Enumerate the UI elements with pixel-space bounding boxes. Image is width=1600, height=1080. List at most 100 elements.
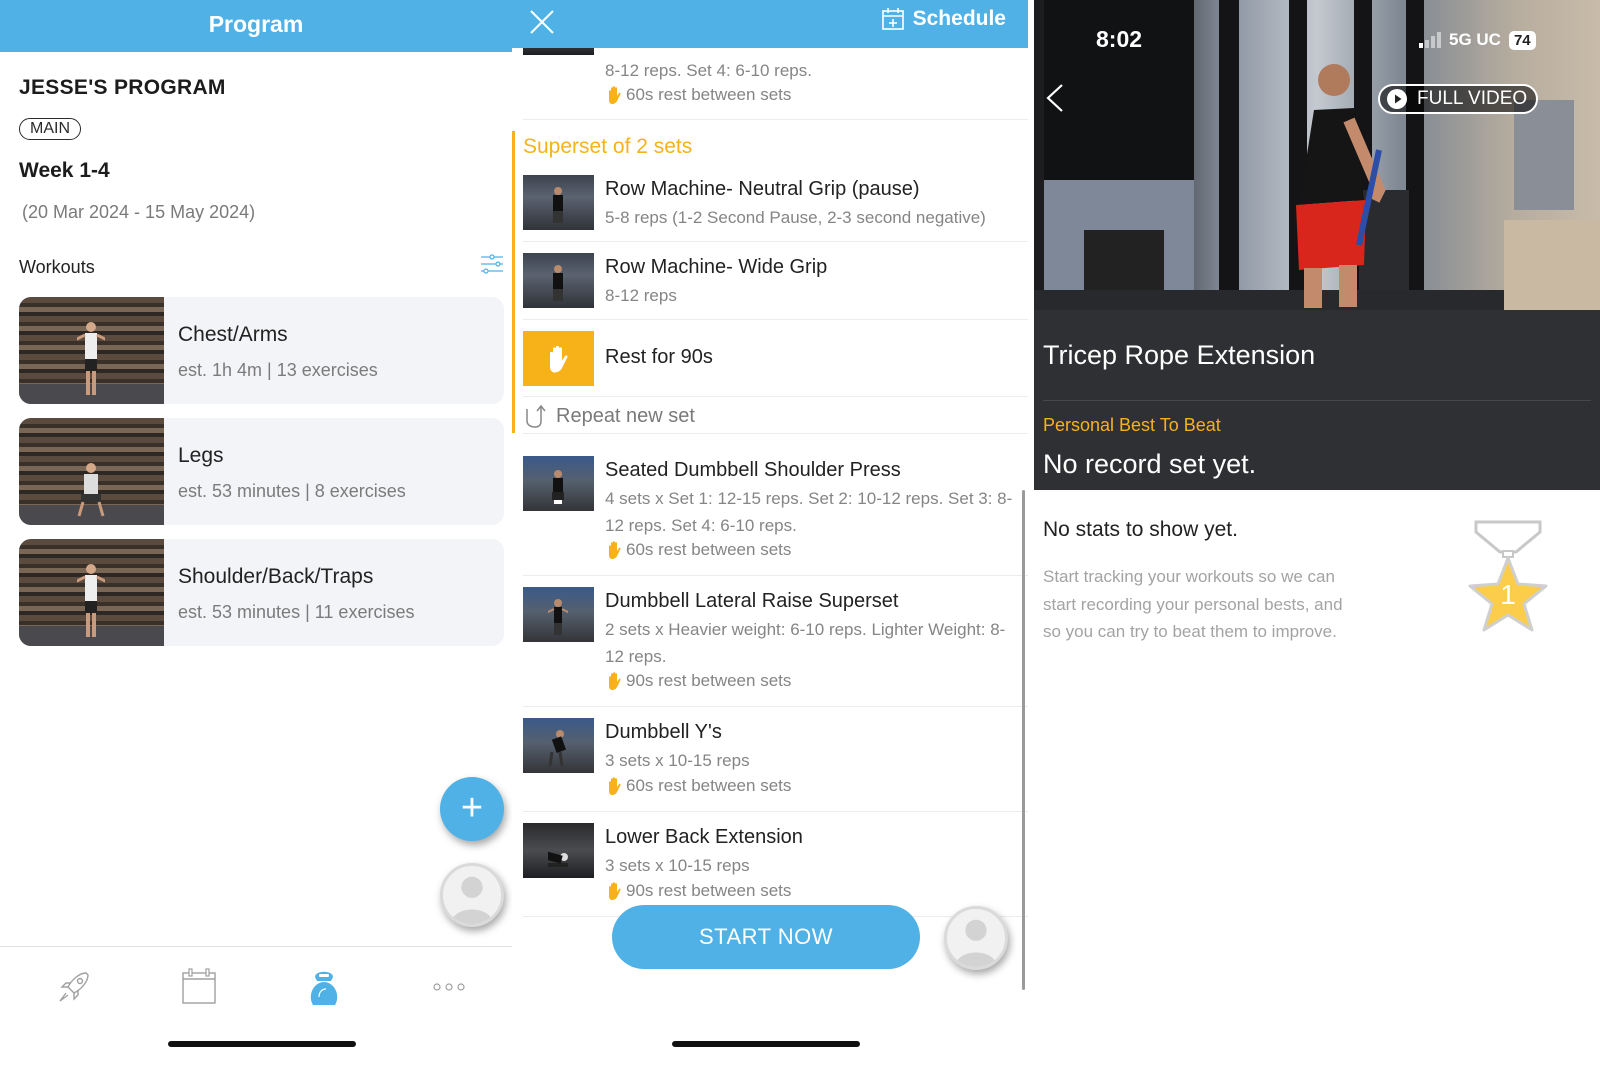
workout-thumbnail [19,539,164,646]
exercise-detail: 2 sets x Heavier weight: 6-10 reps. Ligh… [605,620,1006,666]
kettlebell-icon[interactable] [304,967,344,1007]
header-title: Program [208,11,304,37]
rocket-icon[interactable] [54,967,94,1007]
exercise-row[interactable]: Dumbbell Y's 3 sets x 10-15 reps 60s res… [523,718,1028,812]
workout-meta: est. 1h 4m | 13 exercises [178,360,378,380]
exercise-detail: 8-12 reps. Set 4: 6-10 reps. [605,61,812,80]
more-icon[interactable] [429,967,469,1007]
plus-icon: + [460,787,484,829]
medal-number: 1 [1500,579,1516,610]
exercise-name: Dumbbell Lateral Raise Superset [605,590,899,612]
exercise-thumbnail [523,587,594,642]
exercise-detail: 5-8 reps (1-2 Second Pause, 2-3 second n… [605,208,986,227]
exercise-rest: 90s rest between sets [605,881,791,901]
workout-name: Shoulder/Back/Traps [178,565,374,588]
workouts-label: Workouts [19,257,95,277]
hand-icon [609,882,621,900]
exercise-detail: 4 sets x Set 1: 12-15 reps. Set 2: 10-12… [605,489,1013,535]
exercise-thumbnail [523,823,594,878]
exercise-rest: 90s rest between sets [605,671,791,691]
full-video-button[interactable]: FULL VIDEO [1378,84,1538,114]
workout-card[interactable]: Chest/Arms est. 1h 4m | 13 exercises [19,297,504,404]
workout-card[interactable]: Legs est. 53 minutes | 8 exercises [19,418,504,525]
network-label: 5G UC [1449,30,1501,49]
repeat-arrow-icon [526,404,546,428]
exercise-name: Row Machine- Wide Grip [605,256,828,278]
divider [1043,400,1591,401]
exercise-detail: 8-12 reps [605,286,677,305]
superset-title: Superset of 2 sets [523,135,693,158]
home-indicator [168,1041,356,1047]
hand-icon [609,777,621,795]
workout-header: Schedule [512,0,1028,48]
workout-thumbnail [19,418,164,525]
program-badge: MAIN [19,118,81,140]
rest-block [523,331,594,386]
exercise-thumbnail [523,456,594,511]
calendar-add-icon [881,8,904,30]
personal-best-value: No record set yet. [1043,449,1257,479]
add-button[interactable]: + [440,777,504,841]
rest-label: Rest for 90s [605,346,713,368]
exercise-info-screen: 8:02 5G UC 74 FULL VIDEO Tricep Rope Ext… [1034,0,1600,1080]
exercise-row[interactable]: Seated Dumbbell Shoulder Press 4 sets x … [523,456,1028,576]
exercise-name: Dumbbell Y's [605,721,722,743]
exercise-info-panel: Tricep Rope Extension Personal Best To B… [1034,310,1600,490]
week-range: Week 1-4 [19,159,110,182]
date-range: (20 Mar 2024 - 15 May 2024) [22,202,256,222]
exercise-name: Row Machine- Neutral Grip (pause) [605,178,920,200]
exercise-row[interactable]: Lower Back Extension 3 sets x 10-15 reps… [523,823,1028,917]
exercise-list[interactable]: 8-12 reps. Set 4: 6-10 reps. 60s rest be… [512,0,1028,1000]
exercise-rest: 60s rest between sets [605,85,791,105]
workout-meta: est. 53 minutes | 11 exercises [178,602,415,622]
workout-thumbnail [19,297,164,404]
start-now-button[interactable]: START NOW [612,905,920,969]
superset-indicator [512,131,515,433]
workout-detail-screen: Schedule 8-12 reps. Set 4: 6-10 reps. 60… [512,0,1028,1080]
status-indicators: 5G UC 74 [1419,30,1536,50]
exercise-detail: 3 sets x 10-15 reps [605,856,750,875]
workout-name: Chest/Arms [178,323,288,346]
exercise-rest: 60s rest between sets [605,540,791,560]
workout-card[interactable]: Shoulder/Back/Traps est. 53 minutes | 11… [19,539,504,646]
program-name: JESSE'S PROGRAM [19,76,226,99]
tab-bar [0,946,512,1026]
hand-icon [609,86,621,104]
exercise-rest: 60s rest between sets [605,776,791,796]
stats-description: Start tracking your workouts so we can s… [1043,567,1343,641]
program-header: Program [0,0,512,52]
user-silhouette-icon [954,919,998,967]
schedule-button[interactable]: Schedule [881,7,1006,31]
exercise-row[interactable]: Dumbbell Lateral Raise Superset 2 sets x… [523,587,1028,707]
exercise-name: Lower Back Extension [605,826,803,848]
home-indicator [672,1041,860,1047]
exercise-row[interactable]: Row Machine- Wide Grip 8-12 reps [523,253,1028,320]
hand-icon [609,541,621,559]
avatar-button[interactable] [944,906,1008,970]
stats-title: No stats to show yet. [1043,518,1238,541]
exercise-name: Seated Dumbbell Shoulder Press [605,459,901,481]
filter-sliders-icon[interactable] [480,253,504,275]
repeat-set-row[interactable]: Repeat new set [523,396,1028,434]
calendar-icon[interactable] [179,967,219,1007]
status-time: 8:02 [1096,26,1143,52]
personal-best-label: Personal Best To Beat [1043,415,1221,435]
repeat-label: Repeat new set [556,405,695,427]
close-icon[interactable] [528,8,556,36]
exercise-video[interactable]: 8:02 5G UC 74 FULL VIDEO [1034,0,1600,310]
workout-meta: est. 53 minutes | 8 exercises [178,481,406,501]
exercise-thumbnail [523,718,594,773]
workout-name: Legs [178,444,224,467]
play-icon [1387,89,1407,109]
signal-icon [1419,32,1441,48]
medal-icon: 1 [1468,520,1548,632]
hand-icon [609,672,621,690]
avatar-button[interactable] [440,863,504,927]
back-chevron-icon[interactable] [1044,83,1066,113]
exercise-thumbnail [523,253,594,308]
exercise-thumbnail [523,175,594,230]
scrollbar[interactable] [1022,490,1025,990]
exercise-row[interactable]: Row Machine- Neutral Grip (pause) 5-8 re… [523,175,1028,242]
program-screen: Program JESSE'S PROGRAM MAIN Week 1-4 (2… [0,0,512,1080]
exercise-detail: 3 sets x 10-15 reps [605,751,750,770]
